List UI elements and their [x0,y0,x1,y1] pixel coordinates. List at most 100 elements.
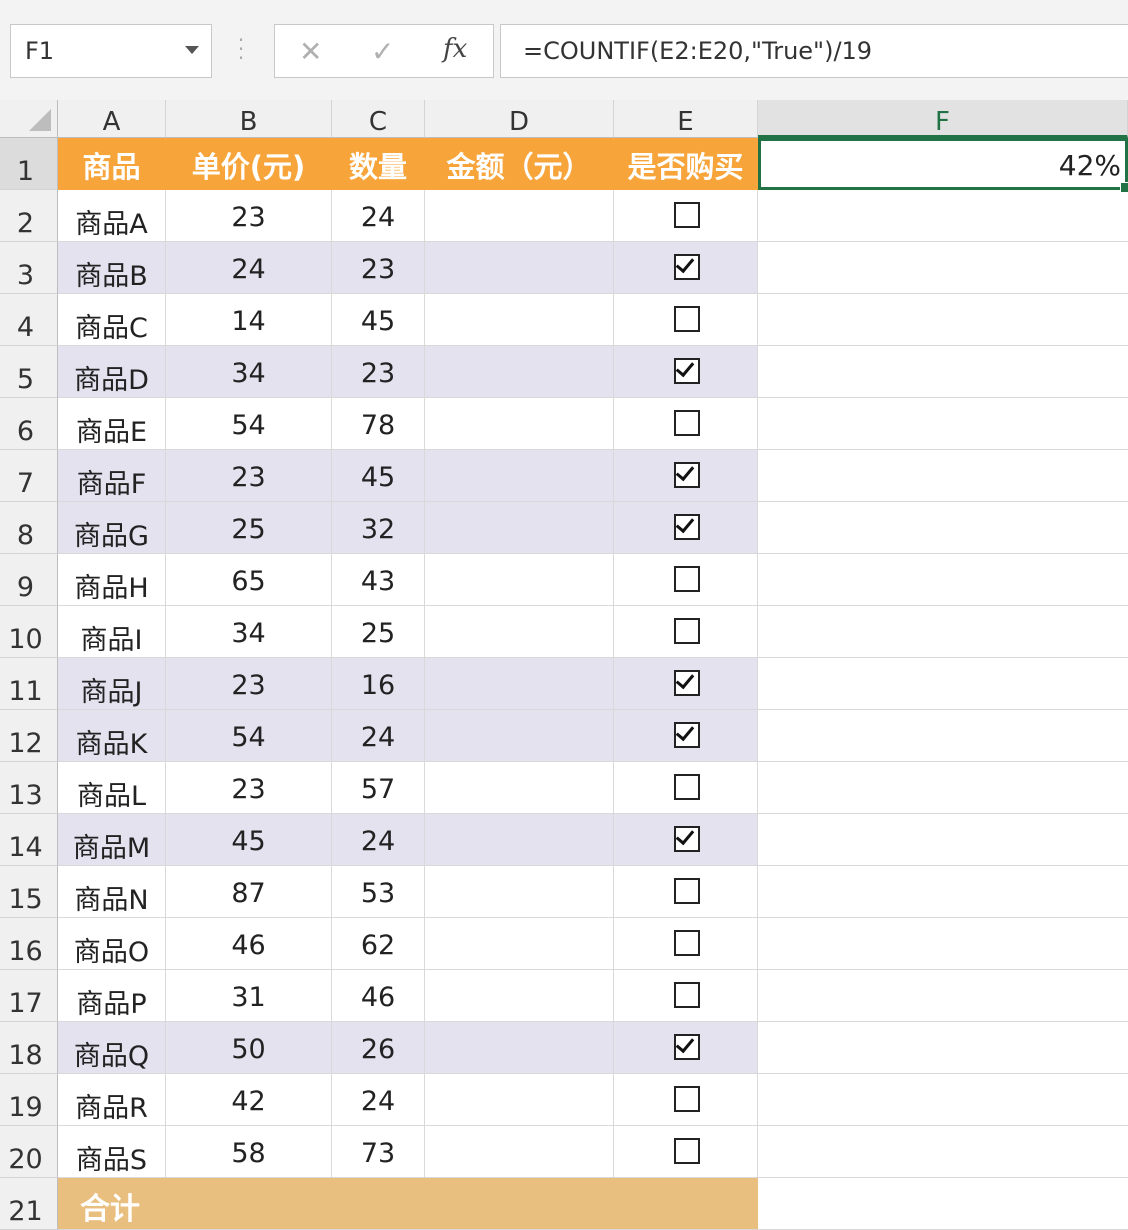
row-header-19[interactable]: 19 [0,1074,58,1126]
row-header-7[interactable]: 7 [0,450,58,502]
cell-qty[interactable]: 26 [332,1022,425,1074]
cell-amount[interactable] [425,606,614,658]
cell-qty[interactable]: 62 [332,918,425,970]
cell-price[interactable]: 50 [166,1022,332,1074]
cell-F[interactable] [758,190,1128,242]
cell-price[interactable]: 25 [166,502,332,554]
column-header-C[interactable]: C [332,100,425,138]
cell-product[interactable]: 商品F [58,450,166,502]
cell-price[interactable]: 65 [166,554,332,606]
cell-F[interactable] [758,294,1128,346]
cell-F[interactable] [758,1074,1128,1126]
cell-bought[interactable] [614,190,758,242]
row-header-18[interactable]: 18 [0,1022,58,1074]
row-header-21[interactable]: 21 [0,1178,58,1230]
active-cell-F1[interactable]: 42% [758,138,1128,193]
cell-product[interactable]: 商品P [58,970,166,1022]
row-header-6[interactable]: 6 [0,398,58,450]
checkbox-unchecked[interactable] [674,982,700,1008]
checkbox-checked[interactable] [674,253,700,280]
cell-qty[interactable]: 45 [332,294,425,346]
checkbox-unchecked[interactable] [674,1138,700,1164]
cell-qty[interactable]: 57 [332,762,425,814]
cell-product[interactable]: 商品B [58,242,166,294]
cell-product[interactable]: 商品M [58,814,166,866]
cell-qty[interactable]: 24 [332,190,425,242]
row-header-3[interactable]: 3 [0,242,58,294]
cell-bought[interactable] [614,502,758,554]
cell-price[interactable]: 23 [166,658,332,710]
cell-bought[interactable] [614,294,758,346]
cell-amount[interactable] [425,1022,614,1074]
cell-F[interactable] [758,450,1128,502]
cell-amount[interactable] [425,970,614,1022]
cell-bought[interactable] [614,398,758,450]
cell-product[interactable]: 商品G [58,502,166,554]
header-cell-bought[interactable]: 是否购买 [614,138,758,190]
checkbox-checked[interactable] [674,461,700,488]
cell-F[interactable] [758,346,1128,398]
cell-amount[interactable] [425,554,614,606]
cell-qty[interactable]: 53 [332,866,425,918]
row-header-5[interactable]: 5 [0,346,58,398]
cell-F[interactable] [758,1178,1128,1230]
cell-bought[interactable] [614,762,758,814]
cell-F[interactable] [758,658,1128,710]
cell-qty[interactable]: 24 [332,710,425,762]
row-header-15[interactable]: 15 [0,866,58,918]
cell-bought[interactable] [614,1022,758,1074]
cell-F[interactable] [758,762,1128,814]
cell-bought[interactable] [614,242,758,294]
checkbox-checked[interactable] [674,357,700,384]
cell-price[interactable]: 34 [166,606,332,658]
cell-bought[interactable] [614,814,758,866]
row-header-12[interactable]: 12 [0,710,58,762]
cell-product[interactable]: 商品C [58,294,166,346]
cell-F[interactable] [758,606,1128,658]
cell-bought[interactable] [614,346,758,398]
cell-price[interactable]: 87 [166,866,332,918]
cell-amount[interactable] [425,814,614,866]
cell-product[interactable]: 商品I [58,606,166,658]
cell-product[interactable]: 商品D [58,346,166,398]
cell-amount[interactable] [425,710,614,762]
cell-price[interactable]: 23 [166,450,332,502]
cell-amount[interactable] [425,866,614,918]
cell-bought[interactable] [614,1126,758,1178]
header-cell-product[interactable]: 商品 [58,138,166,190]
fill-handle[interactable] [1120,182,1128,193]
row-header-4[interactable]: 4 [0,294,58,346]
cell-F[interactable] [758,918,1128,970]
row-header-14[interactable]: 14 [0,814,58,866]
row-header-20[interactable]: 20 [0,1126,58,1178]
cell-price[interactable]: 54 [166,398,332,450]
checkbox-checked[interactable] [674,669,700,696]
cell-qty[interactable]: 16 [332,658,425,710]
column-header-A[interactable]: A [58,100,166,138]
column-header-F[interactable]: F [758,100,1128,138]
cell-qty[interactable]: 46 [332,970,425,1022]
drag-handle-icon[interactable]: · · · [236,30,246,68]
cell-price[interactable]: 42 [166,1074,332,1126]
cell-qty[interactable]: 24 [332,814,425,866]
name-box[interactable]: F1 [10,24,212,78]
row-header-8[interactable]: 8 [0,502,58,554]
checkbox-unchecked[interactable] [674,774,700,800]
cell-amount[interactable] [425,242,614,294]
cell-qty[interactable]: 43 [332,554,425,606]
formula-bar[interactable]: =COUNTIF(E2:E20,"True")/19 [500,24,1128,78]
row-header-2[interactable]: 2 [0,190,58,242]
insert-function-icon[interactable]: fx [443,34,467,64]
cell-price[interactable]: 24 [166,242,332,294]
cell-bought[interactable] [614,970,758,1022]
checkbox-unchecked[interactable] [674,930,700,956]
cell-bought[interactable] [614,1074,758,1126]
row-header-9[interactable]: 9 [0,554,58,606]
cell-amount[interactable] [425,1126,614,1178]
cell-F[interactable] [758,814,1128,866]
column-header-D[interactable]: D [425,100,614,138]
cell-qty[interactable]: 25 [332,606,425,658]
cell-F[interactable] [758,866,1128,918]
checkbox-unchecked[interactable] [674,878,700,904]
cell-product[interactable]: 商品S [58,1126,166,1178]
